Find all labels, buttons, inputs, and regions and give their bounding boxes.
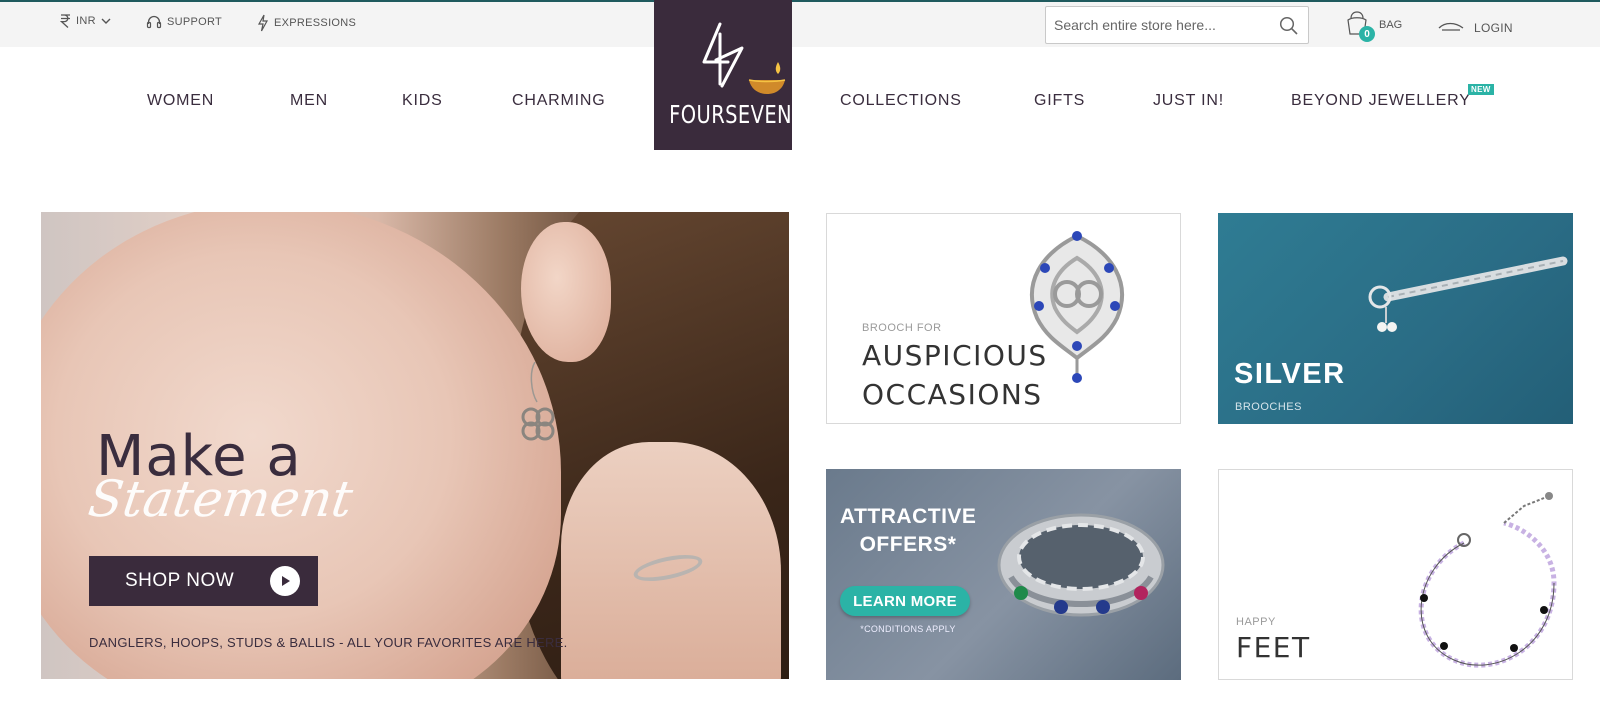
ring-image xyxy=(997,513,1165,617)
conditions-note: *CONDITIONS APPLY xyxy=(860,624,956,634)
nav-gifts[interactable]: GIFTS xyxy=(1034,92,1085,110)
feet-title: FEET xyxy=(1236,631,1311,664)
login-label: LOGIN xyxy=(1474,20,1513,35)
bag-label: BAG xyxy=(1379,19,1403,31)
diya-icon xyxy=(748,62,786,94)
tile-auspicious-occasions[interactable]: BROOCH FOR AUSPICIOUS OCCASIONS xyxy=(826,213,1181,424)
login-icon xyxy=(1438,19,1464,36)
nav-just-in[interactable]: JUST IN! xyxy=(1153,92,1224,110)
auspicious-title-line2: OCCASIONS xyxy=(862,378,1043,411)
nav-kids[interactable]: KIDS xyxy=(402,92,443,110)
search-box xyxy=(1045,6,1309,44)
anklet-image xyxy=(1418,492,1557,668)
hero-script-title: Statement xyxy=(84,470,357,528)
nav-men[interactable]: MEN xyxy=(290,92,328,110)
nav-beyond-jewellery[interactable]: BEYOND JEWELLERY xyxy=(1291,92,1471,110)
auspicious-kicker: BROOCH FOR xyxy=(862,322,942,334)
play-icon xyxy=(270,566,300,596)
hero-subtitle: DANGLERS, HOOPS, STUDS & BALLIS - ALL YO… xyxy=(89,635,568,650)
silver-brooch-image xyxy=(1368,256,1568,332)
auspicious-title-line1: AUSPICIOUS xyxy=(862,339,1048,372)
login-link[interactable]: LOGIN xyxy=(1438,19,1513,36)
lightning-icon xyxy=(257,14,269,32)
bag-count-badge: 0 xyxy=(1359,26,1375,42)
currency-label: INR xyxy=(76,15,96,27)
auspicious-title: AUSPICIOUS OCCASIONS xyxy=(862,336,1048,414)
silver-title: SILVER xyxy=(1234,358,1346,390)
currency-selector[interactable]: INR xyxy=(60,14,111,28)
tile-silver-brooches[interactable]: SILVER BROOCHES xyxy=(1218,213,1573,424)
bag-link[interactable]: 0 BAG xyxy=(1345,10,1403,42)
tile-attractive-offers[interactable]: ATTRACTIVE OFFERS* LEARN MORE *CONDITION… xyxy=(826,469,1181,680)
brand-logo[interactable]: FOURSEVEN xyxy=(654,0,792,150)
shop-now-label: SHOP NOW xyxy=(125,570,235,591)
nav-women[interactable]: WOMEN xyxy=(147,92,214,110)
support-label: SUPPORT xyxy=(167,16,223,28)
top-utility-bar: INR SUPPORT EXPRESSIONS 0 BAG xyxy=(0,2,1600,47)
tile-happy-feet[interactable]: HAPPY FEET xyxy=(1218,469,1573,680)
new-badge: NEW xyxy=(1468,84,1494,95)
chevron-down-icon xyxy=(101,17,111,25)
silver-subtitle: BROOCHES xyxy=(1235,401,1302,413)
hero-banner[interactable]: Make a Statement SHOP NOW DANGLERS, HOOP… xyxy=(41,212,789,679)
rupee-icon xyxy=(60,14,71,28)
nav-collections[interactable]: COLLECTIONS xyxy=(840,92,962,110)
expressions-label: EXPRESSIONS xyxy=(274,17,357,29)
offers-title-line1: ATTRACTIVE xyxy=(840,505,977,528)
search-input[interactable] xyxy=(1046,7,1266,43)
hero-ear-shape xyxy=(521,222,611,362)
feet-kicker: HAPPY xyxy=(1236,616,1276,628)
clover-earring-icon xyxy=(521,362,555,441)
offers-title-line2: OFFERS* xyxy=(859,533,957,556)
headset-icon xyxy=(146,14,162,30)
nav-charming[interactable]: CHARMING xyxy=(512,92,606,110)
search-icon[interactable] xyxy=(1279,16,1298,40)
offers-title: ATTRACTIVE OFFERS* xyxy=(840,503,976,559)
learn-more-button[interactable]: LEARN MORE xyxy=(840,586,970,616)
support-link[interactable]: SUPPORT xyxy=(146,14,222,30)
logo-text: FOURSEVEN xyxy=(669,100,793,129)
fourseven-mark-icon xyxy=(702,22,744,88)
shop-now-button[interactable]: SHOP NOW xyxy=(89,556,318,606)
expressions-link[interactable]: EXPRESSIONS xyxy=(257,14,356,32)
bag-icon-wrap: 0 xyxy=(1345,10,1375,42)
